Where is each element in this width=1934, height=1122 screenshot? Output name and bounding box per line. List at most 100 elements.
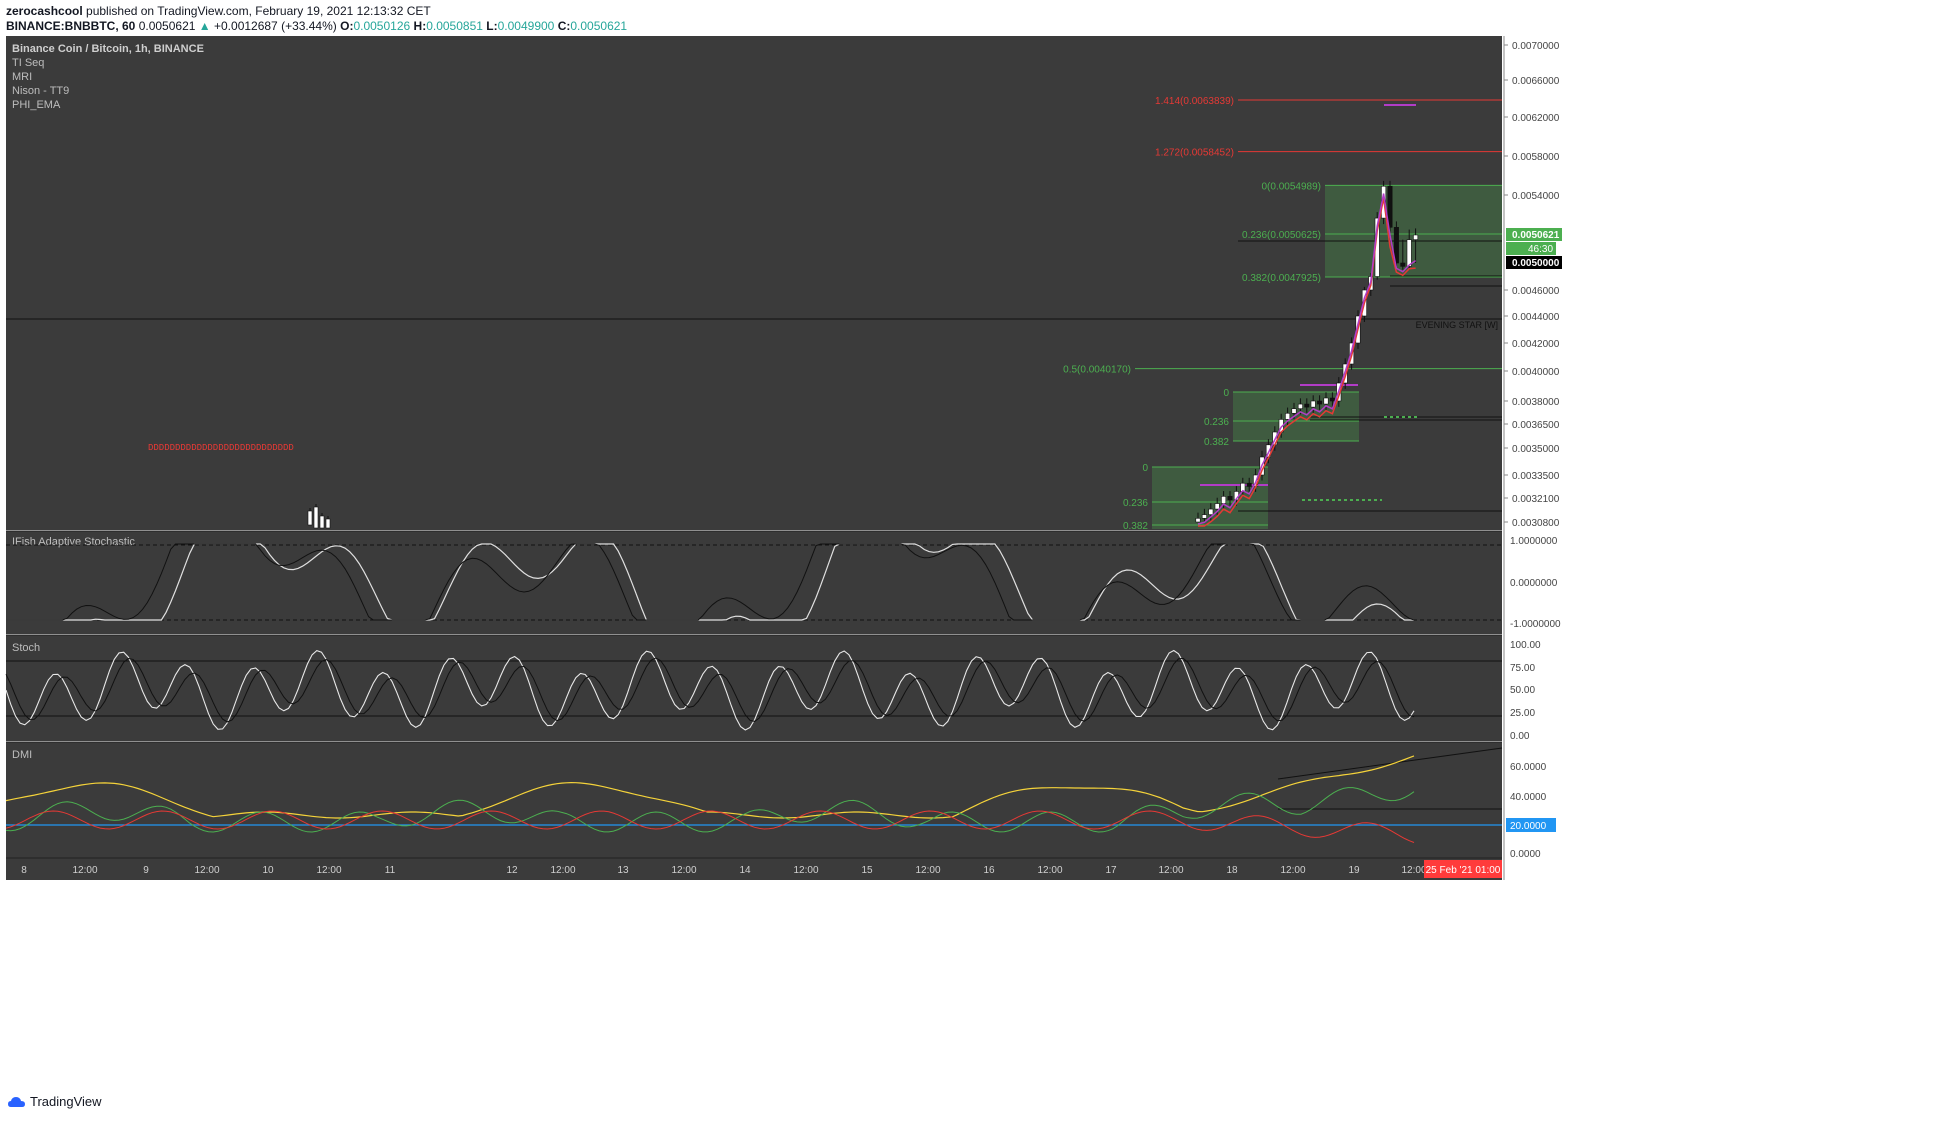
time-tick-label: 10 [262,865,274,876]
fib-level-label: 1.414(0.0063839) [1155,96,1234,107]
pane-bg-1 [6,531,1502,634]
candle-body [1227,496,1233,501]
price-tick-label: 0.0058000 [1512,152,1560,163]
fib-mid-label: 0.382 [1204,437,1229,448]
time-tick-label: 12:00 [1401,865,1426,876]
time-tick-label: 15 [861,865,873,876]
price-tick-label: 0.0066000 [1512,76,1560,87]
time-tick-label: 17 [1105,865,1117,876]
ifish-title: IFish Adaptive Stochastic [12,536,135,548]
stoch-tick-label: 50.00 [1510,685,1535,696]
time-tick-label: 11 [385,865,396,876]
time-tick-label: 13 [617,865,629,876]
candle-body [1297,403,1303,409]
cloud-logo-icon [8,1096,25,1107]
candle-body [1413,234,1419,240]
stoch-tick-label: 0.00 [1510,731,1530,742]
fib-mid-label: 0 [1223,388,1229,399]
countdown-value: 46:30 [1528,244,1553,255]
time-tick-label: 12:00 [194,865,219,876]
candle-body [1291,408,1297,414]
fib-level-label: 1.272(0.0058452) [1155,148,1234,159]
stoch-title: Stoch [12,642,40,654]
legend-item: TI Seq [12,57,44,69]
fib-low-label: 0.236 [1123,498,1148,509]
candle-body [313,506,319,529]
candle-body [1201,514,1207,519]
price-tick-label: 0.0033500 [1512,471,1560,482]
pattern-label: EVENING STAR [W] [1416,320,1498,330]
fib-low-label: 0 [1142,463,1148,474]
price-tick-label: 0.0042000 [1512,339,1560,350]
time-tick-label: 12:00 [793,865,818,876]
candle-body [307,510,313,526]
marker-label: DDDDDDDDDDDDDDDDDDDDDDDDDDD [148,443,294,453]
fib-level-label: 0.5(0.0040170) [1063,365,1131,376]
price-tick-label: 0.0035000 [1512,444,1560,455]
time-tick-label: 12:00 [550,865,575,876]
time-tick-label: 12 [506,865,518,876]
legend-item: Binance Coin / Bitcoin, 1h, BINANCE [12,43,204,55]
candle-body [1285,412,1291,420]
stoch-tick-label: 25.00 [1510,708,1535,719]
chart-canvas[interactable]: Binance Coin / Bitcoin, 1h, BINANCE TI Se… [0,0,1934,1122]
stoch-tick-label: 100.00 [1510,640,1541,651]
price-tick-label: 0.0062000 [1512,113,1560,124]
price-tick-label: 0.0032100 [1512,494,1560,505]
fib-zone-upper [1325,185,1502,278]
time-tick-label: 19 [1348,865,1360,876]
candle-body [1323,397,1329,405]
candle-body [1246,482,1252,487]
candle-body [1310,400,1316,408]
fib-mid-label: 0.236 [1204,417,1229,428]
candle-body [319,515,325,529]
price-tick-label: 0.0070000 [1512,41,1560,52]
time-tick-label: 12:00 [671,865,696,876]
dmi-tick-label: 0.0000 [1510,849,1541,860]
dmi-title: DMI [12,749,32,761]
fib-zone-low [1152,467,1268,529]
last-price-value: 0.0050621 [1512,230,1560,241]
time-tick-label: 12:00 [72,865,97,876]
candle-body [1195,518,1201,523]
candle-body [1329,397,1335,402]
legend-item: PHI_EMA [12,99,61,111]
stoch-tick-label: 75.00 [1510,663,1535,674]
candle-body [1406,239,1412,267]
legend-item: MRI [12,71,32,83]
legend-item: Nison - TT9 [12,85,69,97]
time-tick-label: 9 [143,865,149,876]
dmi-tick-label: 60.0000 [1510,762,1547,773]
fib-level-label: 0(0.0054989) [1262,181,1322,192]
tradingview-brand[interactable]: TradingView [8,1094,102,1109]
time-tick-label: 8 [21,865,27,876]
line-price-value: 0.0050000 [1512,258,1560,269]
price-tick-label: 0.0054000 [1512,191,1560,202]
time-tick-label: 12:00 [1280,865,1305,876]
time-tick-label: 14 [739,865,751,876]
candle-body [1214,503,1220,510]
candle-body [1317,400,1323,405]
fib-low-label: 0.382 [1123,521,1148,532]
fib-level-label: 0.382(0.0047925) [1242,273,1321,284]
ifish-tick-label: 1.0000000 [1510,536,1558,547]
candle-body [1208,508,1214,515]
time-tick-label: 18 [1226,865,1238,876]
time-axis-bg [6,858,1502,880]
price-tick-label: 0.0038000 [1512,397,1560,408]
time-tick-label: 12:00 [915,865,940,876]
fib-level-label: 0.236(0.0050625) [1242,230,1321,241]
candle-body [1400,262,1406,267]
time-crosshair-label: 25 Feb '21 01:00 [1426,865,1501,876]
price-tick-label: 0.0044000 [1512,312,1560,323]
pane-bg-3 [6,742,1502,858]
dmi-highlight-label: 20.0000 [1510,821,1547,832]
ifish-tick-label: 0.0000000 [1510,578,1558,589]
price-tick-label: 0.0040000 [1512,367,1560,378]
time-tick-label: 12:00 [316,865,341,876]
time-tick-label: 16 [983,865,995,876]
brand-label: TradingView [30,1094,102,1109]
price-tick-label: 0.0036500 [1512,420,1560,431]
time-tick-label: 12:00 [1037,865,1062,876]
dmi-tick-label: 40.0000 [1510,792,1547,803]
